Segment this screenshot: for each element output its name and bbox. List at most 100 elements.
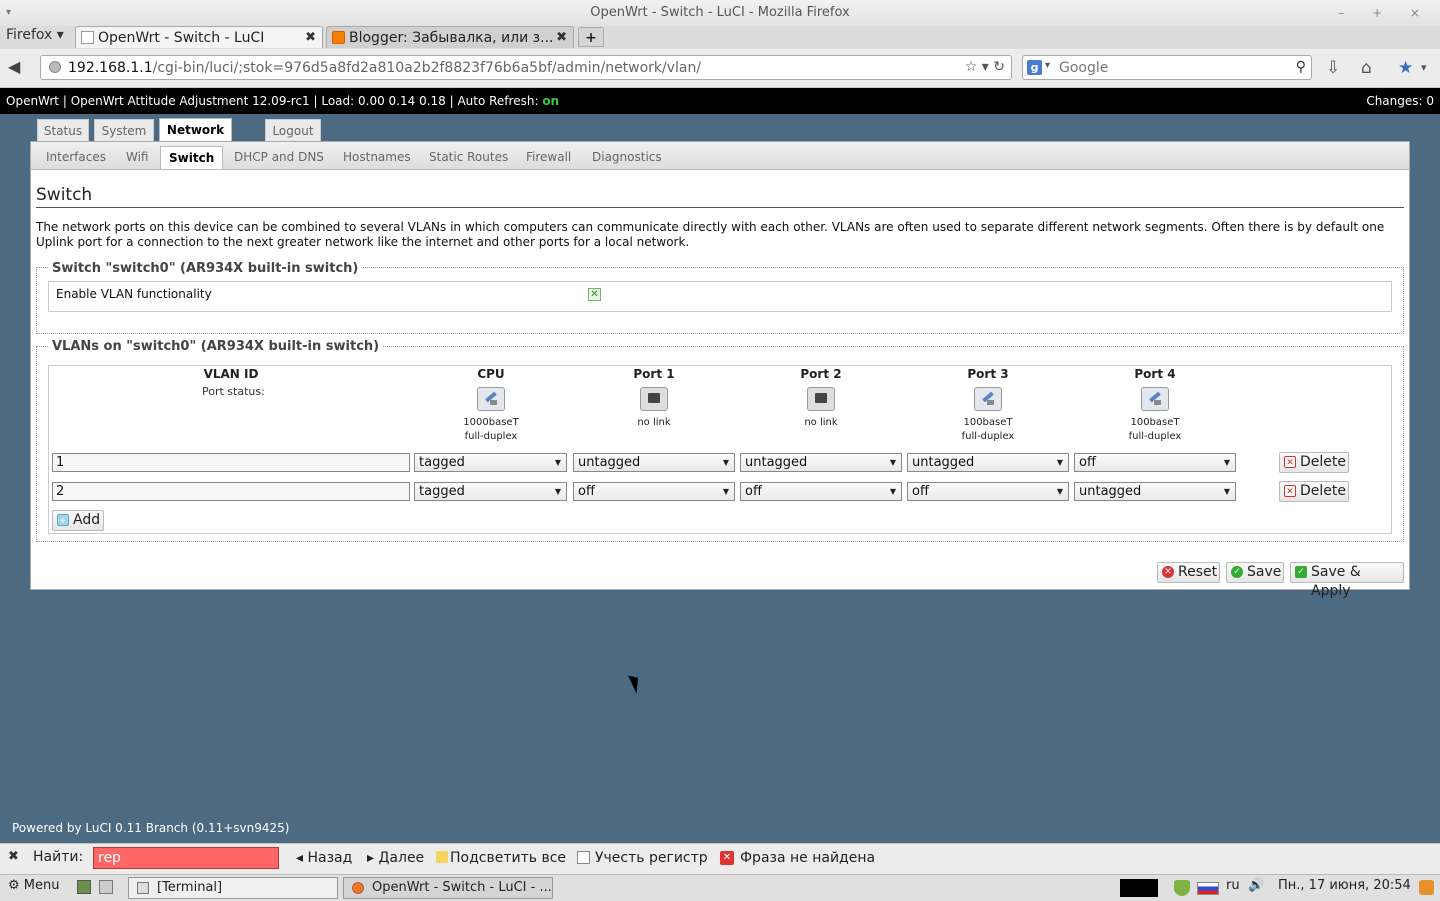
enable-vlan-checkbox[interactable]: ✕ — [588, 288, 601, 301]
find-input[interactable]: rep — [93, 847, 279, 869]
notification-app-icon[interactable] — [1419, 880, 1434, 895]
keyboard-layout-flag-icon[interactable] — [1197, 882, 1219, 895]
apply-icon: ✓ — [1295, 566, 1307, 578]
tab-close-icon[interactable]: ✖ — [556, 27, 567, 49]
port2-membership-select[interactable]: untagged ▼ — [740, 453, 902, 472]
sub-tab-interfaces[interactable]: Interfaces — [46, 146, 106, 169]
back-arrow-icon[interactable]: ◀ — [8, 57, 20, 76]
vlan-option-row — [48, 281, 1392, 312]
volume-icon[interactable]: 🔊 — [1248, 878, 1264, 893]
port-header-4: Port 4 — [1134, 367, 1176, 381]
add-vlan-button[interactable]: + Add — [52, 510, 104, 531]
bookmark-star-reload-icons[interactable]: ☆ ▾ ↻ — [965, 59, 1005, 75]
switch-section-legend: Switch "switch0" (AR934X built-in switch… — [48, 261, 363, 276]
clock[interactable]: Пн., 17 июня, 20:54 — [1278, 878, 1411, 893]
cpu-membership-select[interactable]: tagged ▼ — [414, 453, 567, 472]
show-desktop-icon[interactable] — [77, 880, 91, 894]
vlan-id-input[interactable]: 2 — [52, 482, 410, 501]
changes-link[interactable]: Changes: 0 — [1366, 88, 1434, 114]
sub-tab-firewall[interactable]: Firewall — [526, 146, 571, 169]
chevron-down-icon: ▼ — [1223, 458, 1231, 467]
find-bar: ✖ Найти: rep ◂ Назад ▸ Далее Подсветить … — [0, 843, 1440, 874]
port1-membership-select[interactable]: off ▼ — [573, 482, 735, 501]
port1-membership-select[interactable]: untagged ▼ — [573, 453, 735, 472]
port4-membership-select[interactable]: untagged ▼ — [1074, 482, 1236, 501]
sub-tab-hostnames[interactable]: Hostnames — [343, 146, 411, 169]
port2-membership-select[interactable]: off ▼ — [740, 482, 902, 501]
vlan-id-input[interactable]: 1 — [52, 453, 410, 472]
port-nolink-icon — [640, 387, 668, 411]
terminal-icon — [137, 882, 149, 894]
delete-vlan-button[interactable]: ✕ Delete — [1279, 481, 1349, 502]
search-placeholder[interactable]: Google — [1059, 60, 1108, 76]
reset-icon: ✕ — [1162, 566, 1174, 578]
tab-blogger[interactable]: Blogger: Забывалка, или з... ✖ — [326, 26, 574, 48]
sub-navigation: Interfaces Wifi Switch DHCP and DNS Host… — [31, 142, 1409, 170]
sub-tab-diagnostics[interactable]: Diagnostics — [592, 146, 662, 169]
main-tab-logout[interactable]: Logout — [265, 119, 321, 141]
tab-label: Blogger: Забывалка, или з... — [349, 30, 554, 46]
port-linked-icon — [1141, 387, 1169, 411]
firefox-menu-button[interactable]: Firefox ▾ — [6, 27, 64, 43]
delete-vlan-button[interactable]: ✕ Delete — [1279, 452, 1349, 473]
find-status-text: Фраза не найдена — [740, 850, 876, 866]
home-icon[interactable]: ⌂ — [1361, 58, 1372, 78]
enable-vlan-label: Enable VLAN functionality — [56, 287, 212, 301]
search-bar[interactable]: g ▾ Google ⚲ — [1022, 55, 1312, 80]
engine-dropdown-icon[interactable]: ▾ — [1045, 60, 1050, 71]
sub-tab-static-routes[interactable]: Static Routes — [429, 146, 508, 169]
find-label: Найти: — [33, 849, 84, 865]
title-divider — [36, 207, 1404, 208]
cpu-monitor-graph[interactable] — [1120, 879, 1158, 897]
tab-openwrt-switch[interactable]: OpenWrt - Switch - LuCI ✖ — [75, 26, 323, 48]
chevron-down-icon: ▼ — [1056, 458, 1064, 467]
port-linked-icon — [974, 387, 1002, 411]
window-menu-icon[interactable]: ▾ — [6, 0, 11, 26]
downloads-icon[interactable]: ⇩ — [1326, 58, 1340, 78]
match-case-label[interactable]: Учесть регистр — [595, 850, 708, 866]
save-apply-button[interactable]: ✓ Save & Apply — [1290, 562, 1404, 599]
find-previous-button[interactable]: ◂ Назад — [296, 850, 352, 866]
vlan-section-legend: VLANs on "switch0" (AR934X built-in swit… — [48, 339, 384, 354]
port-status-3: 100baseT full-duplex — [961, 417, 1015, 442]
security-shield-icon[interactable] — [1174, 880, 1190, 896]
addon-dropdown-icon[interactable]: ▾ — [1421, 61, 1427, 74]
save-button[interactable]: ✓ Save — [1226, 562, 1284, 583]
main-tab-system[interactable]: System — [94, 119, 154, 141]
find-close-icon[interactable]: ✖ — [8, 849, 19, 864]
match-case-checkbox[interactable] — [577, 851, 590, 864]
site-identity-icon[interactable] — [49, 61, 61, 73]
auto-refresh-toggle[interactable]: on — [542, 94, 559, 108]
search-icon[interactable]: ⚲ — [1296, 59, 1306, 75]
port-header-2: Port 2 — [800, 367, 842, 381]
port-linked-icon — [477, 387, 505, 411]
main-tab-network[interactable]: Network — [159, 118, 232, 141]
addon-bar-icon[interactable]: ★ — [1398, 58, 1413, 78]
window-controls[interactable]: – + × — [1338, 0, 1432, 26]
sub-tab-switch[interactable]: Switch — [160, 146, 224, 169]
taskbar-terminal[interactable]: [Terminal] — [128, 877, 338, 899]
main-tab-status[interactable]: Status — [37, 119, 89, 141]
url-bar[interactable]: 192.168.1.1/cgi-bin/luci/;stok=976d5a8fd… — [40, 55, 1012, 80]
highlighter-icon — [436, 851, 448, 863]
cpu-membership-select[interactable]: tagged ▼ — [414, 482, 567, 501]
port3-membership-select[interactable]: off ▼ — [907, 482, 1069, 501]
start-menu-button[interactable]: ⚙ Menu — [8, 878, 59, 893]
sub-tab-wifi[interactable]: Wifi — [126, 146, 149, 169]
file-manager-icon[interactable] — [99, 880, 113, 894]
reset-button[interactable]: ✕ Reset — [1157, 562, 1220, 583]
highlight-all-button[interactable]: Подсветить все — [436, 850, 566, 866]
url-text[interactable]: 192.168.1.1/cgi-bin/luci/;stok=976d5a8fd… — [68, 60, 701, 76]
port4-membership-select[interactable]: off ▼ — [1074, 453, 1236, 472]
desktop-taskbar: ⚙ Menu [Terminal] OpenWrt - Switch - LuC… — [0, 874, 1440, 901]
sub-tab-dhcp-dns[interactable]: DHCP and DNS — [234, 146, 324, 169]
port-header-3: Port 3 — [967, 367, 1009, 381]
new-tab-button[interactable]: + — [578, 27, 604, 47]
find-next-button[interactable]: ▸ Далее — [367, 850, 424, 866]
port3-membership-select[interactable]: untagged ▼ — [907, 453, 1069, 472]
chevron-down-icon: ▼ — [1223, 487, 1231, 496]
tab-close-icon[interactable]: ✖ — [305, 27, 316, 49]
taskbar-firefox[interactable]: OpenWrt - Switch - LuCI - ... — [343, 877, 553, 899]
google-engine-icon[interactable]: g — [1027, 60, 1042, 75]
keyboard-layout-label[interactable]: ru — [1226, 878, 1240, 893]
